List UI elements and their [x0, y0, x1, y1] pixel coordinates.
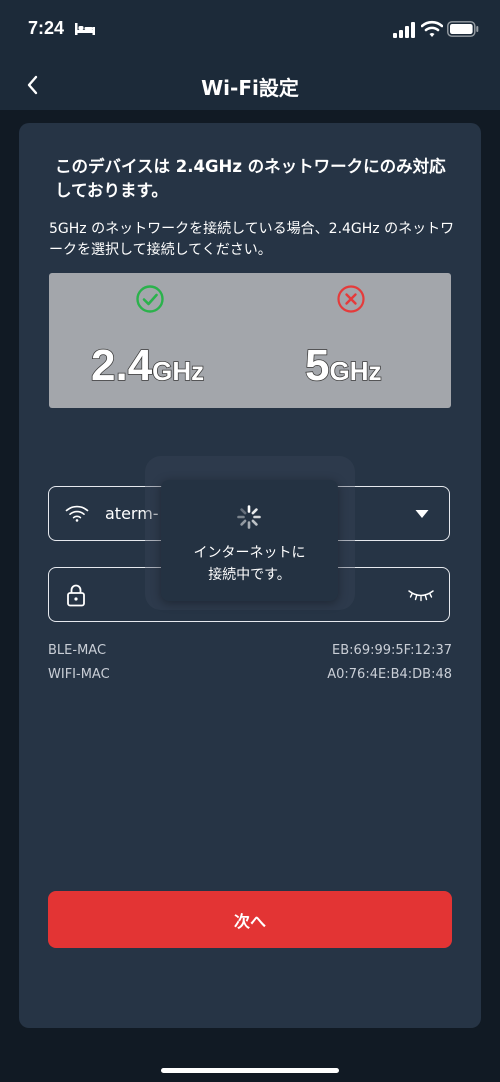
loading-dialog: インターネットに 接続中です。 [161, 480, 338, 601]
status-bar: 7:24 [0, 0, 500, 60]
freq-2-4-number: 2.4 [90, 340, 153, 391]
bed-icon [75, 23, 95, 35]
wifi-icon [65, 505, 89, 522]
loading-message-line2: 接続中です。 [208, 567, 291, 583]
battery-icon [447, 21, 479, 37]
ble-mac-value: EB:69:99:5F:12:37 [332, 643, 452, 658]
freq-label-5ghz: 5GHz [304, 340, 383, 391]
eye-closed-icon[interactable] [407, 588, 435, 602]
wifi-mac-label: WIFI-MAC [48, 667, 110, 682]
freq-2-4-unit: GHz [151, 355, 205, 387]
frequency-panel: 2.4GHz 5GHz [49, 273, 451, 408]
x-circle-icon [337, 285, 365, 313]
freq-label-2-4ghz: 2.4GHz [90, 340, 205, 391]
page-title: Wi-Fi設定 [201, 76, 299, 100]
freq-5-unit: GHz [329, 355, 383, 387]
lock-icon [67, 584, 85, 607]
notice-headline: このデバイスは 2.4GHz のネットワークにのみ対応しております。 [55, 157, 446, 200]
ble-mac-label: BLE-MAC [48, 643, 107, 658]
wifi-mac-value: A0:76:4E:B4:DB:48 [327, 667, 452, 682]
home-indicator[interactable] [161, 1068, 339, 1073]
triangle-down-icon[interactable] [415, 509, 429, 519]
check-circle-icon [136, 285, 164, 313]
nav-bar: Wi-Fi設定 [0, 60, 500, 110]
loading-message: インターネットに 接続中です。 [161, 542, 338, 586]
signal-icon [393, 22, 415, 38]
notice-subtext: 5GHz のネットワークを接続している場合、2.4GHz のネットワークを選択し… [49, 221, 455, 258]
freq-5-number: 5 [304, 340, 330, 391]
spinner-icon [237, 505, 261, 529]
next-button[interactable]: 次へ [48, 891, 452, 948]
loading-message-line1: インターネットに [193, 545, 306, 561]
status-time: 7:24 [28, 18, 65, 38]
wifi-icon [421, 20, 443, 37]
